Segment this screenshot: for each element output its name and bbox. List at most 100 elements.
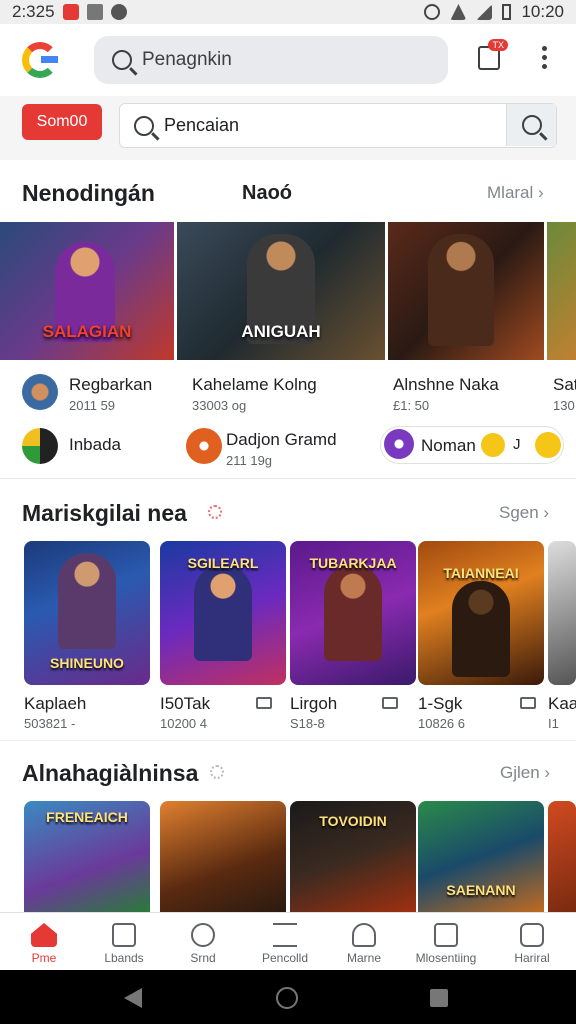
game-card[interactable]: SAENANN xyxy=(418,801,544,912)
channel-meta: 130 xyxy=(553,398,575,413)
card-title[interactable]: Lirgoh xyxy=(290,694,337,714)
search-placeholder: Penagnkin xyxy=(142,49,232,70)
game-card[interactable]: FRENEAICH xyxy=(24,801,150,912)
channel-item[interactable]: Alnshne Naka £1: 50 xyxy=(393,375,499,413)
card-title[interactable]: I50Tak xyxy=(160,694,210,714)
character-art xyxy=(58,553,116,649)
notifications-icon[interactable]: TX xyxy=(478,39,508,70)
battery-icon xyxy=(502,4,512,20)
banner-caption: SALAGIAN xyxy=(42,322,132,341)
character-art xyxy=(428,234,494,346)
featured-banner[interactable]: SALAGIAN xyxy=(0,222,174,360)
coin-icon xyxy=(481,433,505,457)
game-card[interactable]: SGILEARL xyxy=(160,541,286,685)
search-submit-button[interactable] xyxy=(506,104,556,146)
channel-item[interactable]: Inbada xyxy=(69,435,121,455)
channel-item[interactable]: Kahelame Kolng 33003 og xyxy=(192,375,317,413)
signal-icon xyxy=(476,4,493,20)
top-app-bar: Penagnkin TX xyxy=(0,24,576,96)
video-icon[interactable] xyxy=(382,697,398,709)
section-title: Nenodingán xyxy=(22,180,155,206)
game-card[interactable]: SHINEUNO xyxy=(24,541,150,685)
back-icon[interactable] xyxy=(124,988,142,1008)
google-logo-icon[interactable] xyxy=(22,42,58,78)
card-title[interactable]: Kaplaeh xyxy=(24,694,86,714)
character-art xyxy=(194,565,252,661)
featured-banner[interactable] xyxy=(388,222,544,360)
nav-item[interactable]: Hariral xyxy=(496,913,568,965)
channel-meta: £1: 50 xyxy=(393,398,430,413)
section-title: Alnahagiàlninsa xyxy=(22,760,199,786)
game-card[interactable]: TAIANNEAI xyxy=(418,541,544,685)
channel-avatar[interactable] xyxy=(22,428,58,464)
notes-icon xyxy=(520,923,544,947)
card-caption: SHINEUNO xyxy=(50,655,124,671)
card-meta: 503821 - xyxy=(24,716,76,731)
channel-meta: J xyxy=(513,436,521,453)
channel-item[interactable]: Regbarkan 2011 59 xyxy=(69,375,152,413)
card-caption: FRENEAICH xyxy=(46,809,128,825)
channel-chip[interactable]: Noman J xyxy=(380,426,564,464)
game-card[interactable] xyxy=(548,801,576,912)
section-more-link[interactable]: Gjlen › xyxy=(500,763,550,783)
game-card[interactable] xyxy=(548,541,576,685)
card-meta: 10826 6 xyxy=(418,716,465,731)
nav-home[interactable]: Pme xyxy=(8,913,80,965)
channel-avatar[interactable] xyxy=(22,374,58,410)
nav-label: Hariral xyxy=(514,951,550,965)
nav-label: Marne xyxy=(346,951,381,965)
edit-icon xyxy=(434,923,458,947)
featured-banner[interactable] xyxy=(547,222,576,360)
search-bar[interactable]: Penagnkin xyxy=(94,36,448,84)
card-title[interactable]: 1-Sgk xyxy=(418,694,462,714)
video-icon[interactable] xyxy=(256,697,272,709)
search-icon xyxy=(134,115,154,136)
recents-icon[interactable] xyxy=(430,989,448,1007)
nav-label: Srnd xyxy=(190,951,216,965)
section-more-link[interactable]: Sgen › xyxy=(499,503,549,523)
status-clock: 10:20 xyxy=(521,2,564,21)
status-bar: 2:325 10:20 xyxy=(0,0,576,24)
featured-banner[interactable]: ANIGUAH xyxy=(177,222,385,360)
brand-button[interactable]: Som00 xyxy=(22,104,102,140)
banner-caption: ANIGUAH xyxy=(241,322,321,341)
app-notification-icon xyxy=(62,4,79,20)
download-notification-icon xyxy=(110,4,127,20)
secondary-search-input[interactable]: Pencaian xyxy=(119,103,557,148)
channel-avatar xyxy=(384,429,414,459)
game-card[interactable]: TOVOIDIN xyxy=(290,801,416,912)
nav-label: Lbands xyxy=(104,951,144,965)
channel-meta: 211 19g xyxy=(226,453,273,468)
card-caption: SAENANN xyxy=(446,882,516,898)
section-title: Mariskgilai nea xyxy=(22,500,187,526)
game-card[interactable]: TUBARKJAA xyxy=(290,541,416,685)
card-meta: I1 xyxy=(548,716,559,731)
home-icon xyxy=(31,923,57,947)
nav-item[interactable]: Srnd xyxy=(167,913,239,965)
section-subtitle[interactable]: Naoó xyxy=(242,182,292,205)
channel-item[interactable]: Sat 130 xyxy=(553,375,576,413)
channel-name: Inbada xyxy=(69,435,121,454)
channel-name: Alnshne Naka xyxy=(393,375,499,394)
nav-item[interactable]: Pencolld xyxy=(249,913,321,965)
video-icon[interactable] xyxy=(520,697,536,709)
profile-icon xyxy=(352,923,376,947)
home-circle-icon[interactable] xyxy=(276,987,298,1009)
more-options-icon[interactable] xyxy=(542,46,548,73)
coin-icon xyxy=(535,432,561,458)
channel-meta: 2011 59 xyxy=(69,398,116,413)
nav-label: Pencolld xyxy=(261,951,309,965)
filter-bar: Som00 Pencaian xyxy=(0,96,576,160)
game-card[interactable] xyxy=(160,801,286,912)
bottom-navigation: Pme Lbands Srnd Pencolld Marne Mlosentii… xyxy=(0,912,576,970)
list-icon xyxy=(273,923,297,947)
nav-item[interactable]: Lbands xyxy=(88,913,160,965)
nav-item[interactable]: Marne xyxy=(328,913,400,965)
channel-avatar[interactable] xyxy=(186,428,222,464)
section-more-link[interactable]: Mlaral › xyxy=(487,183,544,203)
channel-item[interactable]: Dadjon Gramd 211 19g xyxy=(226,430,337,468)
search-icon xyxy=(112,50,132,70)
card-title[interactable]: Kaa xyxy=(548,694,576,714)
nav-item[interactable]: Mlosentiing xyxy=(410,913,482,965)
channel-name: Regbarkan xyxy=(69,375,153,394)
